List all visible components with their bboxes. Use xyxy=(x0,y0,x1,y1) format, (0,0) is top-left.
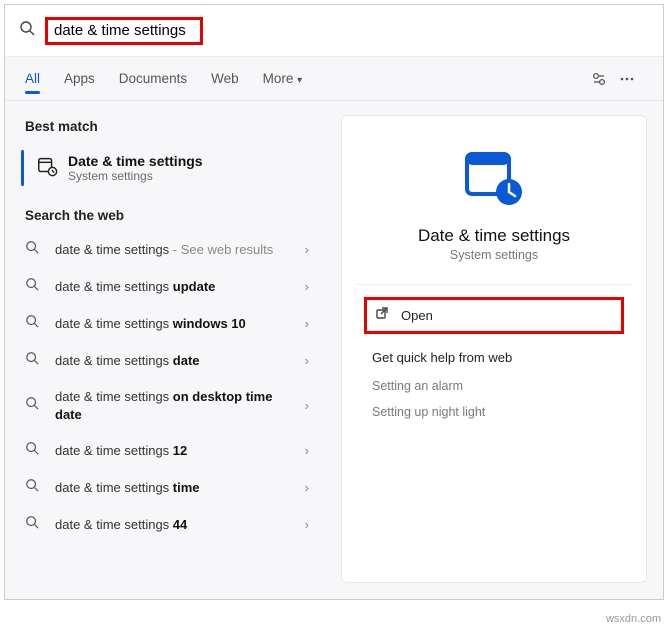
web-result-text: date & time settings date xyxy=(55,352,299,370)
web-result-text: date & time settings time xyxy=(55,479,299,497)
more-options-icon[interactable] xyxy=(613,65,641,93)
section-search-web: Search the web xyxy=(5,204,325,231)
web-result-row[interactable]: date & time settings on desktop time dat… xyxy=(5,379,325,432)
web-result-row[interactable]: date & time settings 12 › xyxy=(5,432,325,469)
open-button[interactable]: Open xyxy=(364,297,624,334)
web-result-row[interactable]: date & time settings - See web results › xyxy=(5,231,325,268)
web-result-row[interactable]: date & time settings time › xyxy=(5,469,325,506)
preview-subtitle: System settings xyxy=(364,248,624,262)
search-icon xyxy=(25,314,47,333)
search-input-highlight xyxy=(45,17,203,45)
tab-all[interactable]: All xyxy=(25,59,40,98)
web-result-text: date & time settings 44 xyxy=(55,516,299,534)
preview-card: Date & time settings System settings Ope… xyxy=(341,115,647,583)
expand-icon[interactable] xyxy=(585,65,613,93)
tab-web[interactable]: Web xyxy=(211,59,239,98)
search-icon xyxy=(25,515,47,534)
search-icon xyxy=(25,351,47,370)
web-result-row[interactable]: date & time settings update › xyxy=(5,268,325,305)
chevron-right-icon: › xyxy=(305,398,309,413)
tab-apps[interactable]: Apps xyxy=(64,59,95,98)
web-result-text: date & time settings 12 xyxy=(55,442,299,460)
chevron-right-icon: › xyxy=(305,517,309,532)
filter-tabs: All Apps Documents Web More ▾ xyxy=(5,57,663,101)
chevron-right-icon: › xyxy=(305,353,309,368)
tab-more[interactable]: More ▾ xyxy=(263,59,303,98)
search-icon xyxy=(25,277,47,296)
selection-indicator xyxy=(21,150,24,186)
preview-pane: Date & time settings System settings Ope… xyxy=(325,101,663,599)
search-icon xyxy=(25,478,47,497)
search-icon xyxy=(25,396,47,415)
best-match-subtitle: System settings xyxy=(68,169,203,183)
search-icon xyxy=(19,20,35,41)
web-result-text: date & time settings windows 10 xyxy=(55,315,299,333)
chevron-right-icon: › xyxy=(305,316,309,331)
open-external-icon xyxy=(375,306,391,325)
web-result-row[interactable]: date & time settings date › xyxy=(5,342,325,379)
divider xyxy=(356,284,632,285)
search-bar[interactable] xyxy=(5,5,663,57)
web-result-row[interactable]: date & time settings windows 10 › xyxy=(5,305,325,342)
search-icon xyxy=(25,441,47,460)
chevron-right-icon: › xyxy=(305,443,309,458)
results-pane: Best match Date & time settings System s… xyxy=(5,101,325,599)
search-input[interactable] xyxy=(54,22,194,39)
web-result-text: date & time settings - See web results xyxy=(55,241,299,259)
preview-datetime-icon xyxy=(459,148,529,208)
search-icon xyxy=(25,240,47,259)
help-header: Get quick help from web xyxy=(364,348,624,373)
chevron-right-icon: › xyxy=(305,480,309,495)
chevron-right-icon: › xyxy=(305,279,309,294)
start-search-window: All Apps Documents Web More ▾ Best match… xyxy=(4,4,664,600)
web-result-text: date & time settings on desktop time dat… xyxy=(55,388,299,423)
web-result-text: date & time settings update xyxy=(55,278,299,296)
chevron-right-icon: › xyxy=(305,242,309,257)
open-label: Open xyxy=(401,308,433,323)
help-item-alarm[interactable]: Setting an alarm xyxy=(364,373,624,399)
best-match-title: Date & time settings xyxy=(68,153,203,169)
help-item-night-light[interactable]: Setting up night light xyxy=(364,399,624,425)
section-best-match: Best match xyxy=(5,115,325,142)
web-result-row[interactable]: date & time settings 44 › xyxy=(5,506,325,543)
watermark: wsxdn.com xyxy=(606,613,661,625)
preview-title: Date & time settings xyxy=(364,226,624,246)
best-match-item[interactable]: Date & time settings System settings xyxy=(5,142,325,194)
datetime-icon xyxy=(36,155,58,182)
tab-documents[interactable]: Documents xyxy=(119,59,187,98)
